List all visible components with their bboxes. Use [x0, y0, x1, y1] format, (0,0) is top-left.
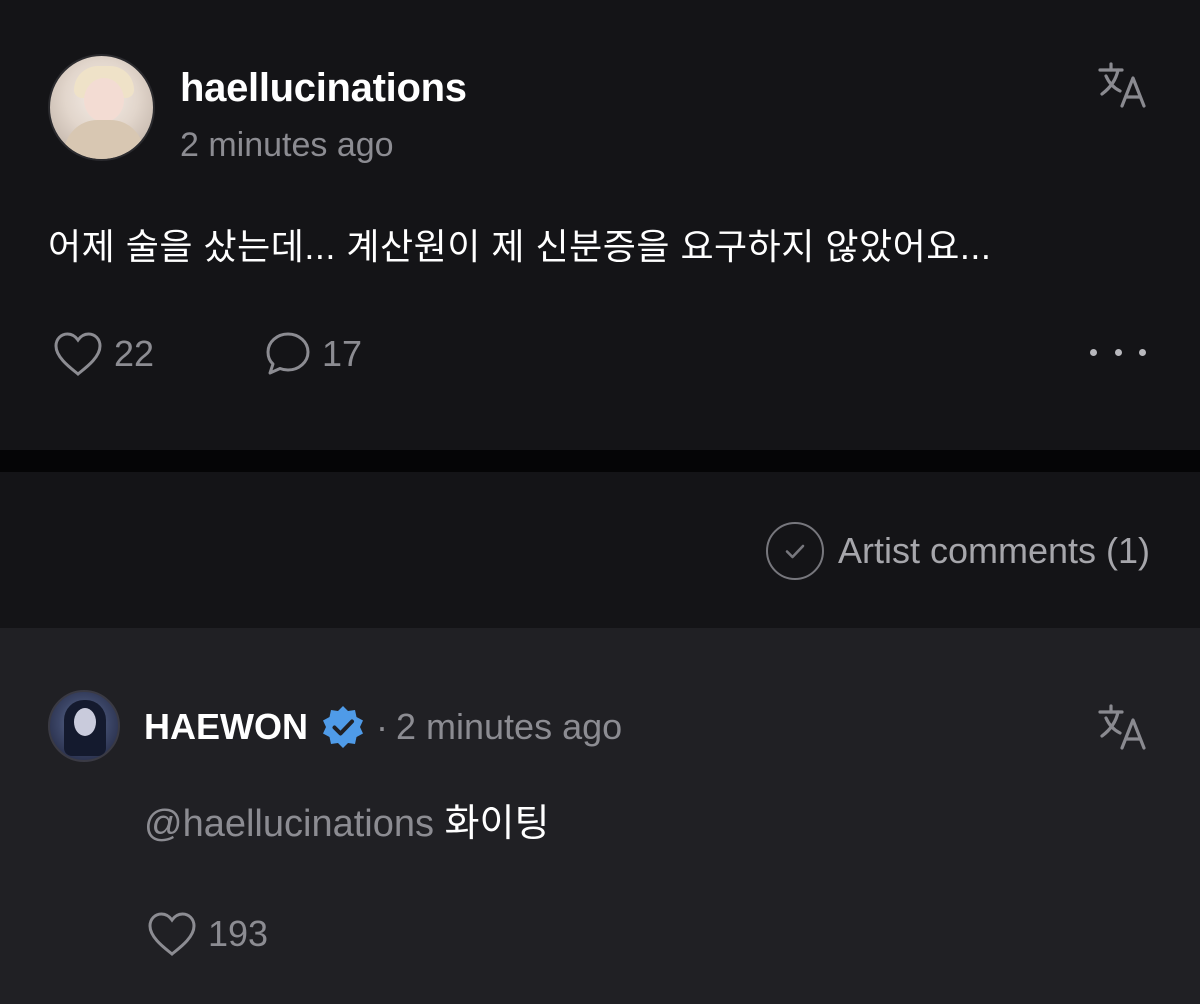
heart-outline-icon — [148, 912, 196, 956]
comment-author-avatar[interactable] — [48, 690, 120, 762]
post-comment-count: 17 — [322, 333, 363, 374]
artist-comments-label: Artist comments (1) — [837, 530, 1150, 571]
heart-outline-icon — [54, 332, 102, 376]
comment-body: @haellucinations 화이팅 — [144, 792, 549, 847]
post-like-button[interactable]: 22 — [52, 330, 154, 378]
artist-comments-bar: Artist comments (1) — [0, 472, 1200, 628]
comment-header: HAEWON · 2 minutes ago — [144, 704, 622, 750]
section-divider — [0, 450, 1200, 472]
speech-bubble-icon — [266, 332, 310, 375]
translate-icon[interactable] — [1096, 58, 1150, 112]
post-author-avatar[interactable] — [48, 54, 155, 161]
artist-comments-toggle[interactable]: Artist comments (1) — [765, 522, 1150, 580]
comment-like-button[interactable]: 193 — [146, 910, 268, 958]
post-like-count: 22 — [114, 333, 155, 374]
comment-mention[interactable]: @haellucinations — [144, 803, 434, 845]
post-detail-screen: haellucinations 2 minutes ago 어제 술을 샀는데.… — [0, 0, 1200, 1004]
post-comment-button[interactable]: 17 — [264, 330, 362, 378]
comment-separator: · — [376, 706, 388, 747]
comment-like-count: 193 — [208, 913, 269, 954]
comment-body-text: 화이팅 — [444, 803, 550, 845]
comment-timestamp: 2 minutes ago — [396, 706, 623, 747]
translate-icon[interactable] — [1096, 700, 1150, 754]
post-body-text: 어제 술을 샀는데... 계산원이 제 신분증을 요구하지 않았어요... — [48, 226, 992, 267]
more-options-button[interactable] — [1090, 340, 1146, 364]
artist-comment: HAEWON · 2 minutes ago @haellucinations … — [0, 628, 1200, 1004]
more-horizontal-icon — [1090, 348, 1097, 356]
check-circle-icon — [765, 522, 824, 580]
verified-badge-icon — [323, 706, 363, 748]
comment-author-username[interactable]: HAEWON — [144, 706, 308, 748]
post-timestamp: 2 minutes ago — [180, 126, 394, 164]
post-author-username[interactable]: haellucinations — [180, 66, 467, 111]
post-card: haellucinations 2 minutes ago 어제 술을 샀는데.… — [0, 0, 1200, 450]
